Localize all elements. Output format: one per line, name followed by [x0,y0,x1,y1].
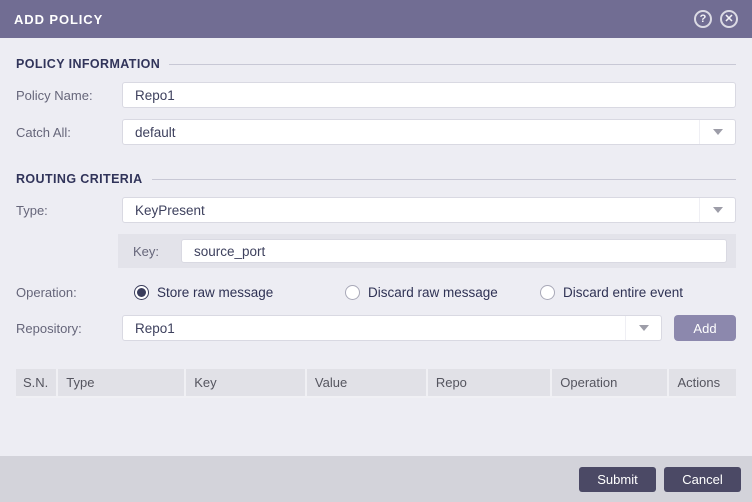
operation-row: Operation: Store raw message Discard raw… [16,285,736,300]
repository-label: Repository: [16,320,82,336]
operation-label: Operation: [16,285,77,300]
radio-option-discard-entire-event[interactable]: Discard entire event [540,285,683,300]
catch-all-label: Catch All: [16,124,71,140]
operation-radio-group: Store raw message Discard raw message Di… [122,285,736,300]
column-header-key: Key [184,369,306,398]
radio-label: Store raw message [157,285,274,300]
chevron-down-icon [712,207,723,213]
column-header-actions: Actions [667,369,736,398]
catch-all-selected-value: default [135,124,176,140]
section-policy-information: POLICY INFORMATION [16,57,736,71]
catch-all-caret-zone [699,120,735,144]
catch-all-select[interactable]: default [122,119,736,145]
cancel-button[interactable]: Cancel [664,466,741,492]
close-icon[interactable]: ✕ [720,10,738,28]
policy-name-label: Policy Name: [16,87,93,103]
dialog-body: POLICY INFORMATION Policy Name: Catch Al… [0,57,752,398]
type-select[interactable]: KeyPresent [122,197,736,223]
chevron-down-icon [712,129,723,135]
radio-option-store-raw-message[interactable]: Store raw message [134,285,345,300]
type-label: Type: [16,202,48,218]
catch-all-row: Catch All: default [16,119,736,145]
dialog-footer: Submit Cancel [0,456,752,502]
radio-label: Discard raw message [368,285,498,300]
repository-select[interactable]: Repo1 [122,315,662,341]
section-routing-criteria: ROUTING CRITERIA [16,172,736,186]
column-header-value: Value [304,369,427,398]
key-sub-row: Key: [118,234,736,268]
criteria-table: S.N. Type Key Value Repo Operation Actio… [16,369,736,398]
submit-button[interactable]: Submit [579,466,656,492]
radio-button-icon[interactable] [345,285,360,300]
type-row: Type: KeyPresent [16,197,736,223]
table-header-row: S.N. Type Key Value Repo Operation Actio… [16,369,736,398]
section-title-policy-information: POLICY INFORMATION [16,57,161,71]
key-label: Key: [133,243,160,259]
dialog-title: ADD POLICY [14,11,104,27]
radio-option-discard-raw-message[interactable]: Discard raw message [345,285,540,300]
repository-row: Repository: Repo1 Add [16,315,736,341]
policy-name-row: Policy Name: [16,82,736,108]
column-header-operation: Operation [550,369,669,398]
section-divider [151,178,736,180]
criteria-table-header: S.N. Type Key Value Repo Operation Actio… [16,369,736,398]
policy-name-input[interactable] [122,82,736,108]
section-title-routing-criteria: ROUTING CRITERIA [16,172,143,186]
repository-caret-zone [625,316,661,340]
radio-button-icon[interactable] [134,285,149,300]
key-input[interactable] [181,239,727,263]
dialog-header: ADD POLICY ? ✕ [0,0,752,38]
help-icon[interactable]: ? [694,10,712,28]
type-selected-value: KeyPresent [135,202,205,218]
add-policy-dialog: { "dialog": { "title": "ADD POLICY", "he… [0,0,752,502]
column-header-repo: Repo [425,369,552,398]
repository-selected-value: Repo1 [135,320,175,336]
chevron-down-icon [638,325,649,331]
section-divider [169,63,736,65]
column-header-sn: S.N. [16,369,58,398]
header-icons: ? ✕ [694,10,738,28]
radio-label: Discard entire event [563,285,684,300]
radio-button-icon[interactable] [540,285,555,300]
add-button[interactable]: Add [674,315,736,341]
column-header-type: Type [56,369,186,398]
type-caret-zone [699,198,735,222]
